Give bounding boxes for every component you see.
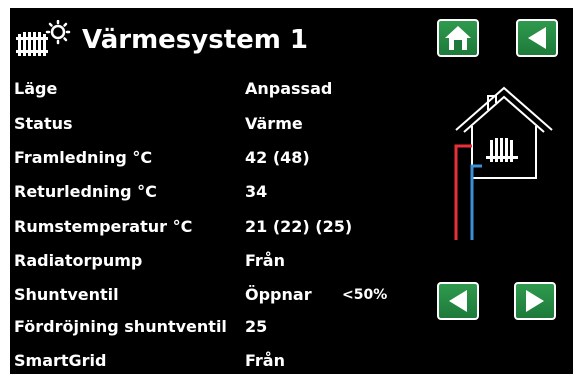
page-title: Värmesystem 1 (82, 25, 308, 55)
row-label: SmartGrid (14, 351, 107, 370)
row-value: Anpassad (245, 79, 333, 98)
row-value: Värme (245, 114, 303, 133)
next-button[interactable] (514, 282, 556, 320)
home-button[interactable] (437, 19, 479, 57)
house-radiator-icon (448, 84, 556, 240)
row-label: Fördröjning shuntventil (14, 317, 227, 336)
row-value: 42 (48) (245, 148, 310, 167)
home-icon (445, 26, 471, 50)
radiator-sun-icon (16, 19, 72, 58)
row-value: Från (245, 251, 285, 270)
row-label: Rumstemperatur °C (14, 217, 193, 236)
row-value: 34 (245, 182, 268, 201)
row-label: Läge (14, 79, 58, 98)
back-button[interactable] (516, 19, 558, 57)
next-arrow-icon (526, 290, 544, 312)
row-value: 25 (245, 317, 268, 336)
row-value: Öppnar (245, 285, 312, 304)
row-label: Framledning °C (14, 148, 153, 167)
row-extra: <50% (342, 287, 388, 303)
heating-system-screen: Värmesystem 1 Läge Anpassad Status Värme… (10, 8, 573, 374)
row-label: Status (14, 114, 73, 133)
previous-arrow-icon (449, 290, 467, 312)
back-arrow-icon (528, 27, 546, 49)
row-label: Radiatorpump (14, 251, 143, 270)
row-value: 21 (22) (25) (245, 217, 353, 236)
row-label: Shuntventil (14, 285, 119, 304)
previous-button[interactable] (437, 282, 479, 320)
row-label: Returledning °C (14, 182, 157, 201)
row-value: Från (245, 351, 285, 370)
